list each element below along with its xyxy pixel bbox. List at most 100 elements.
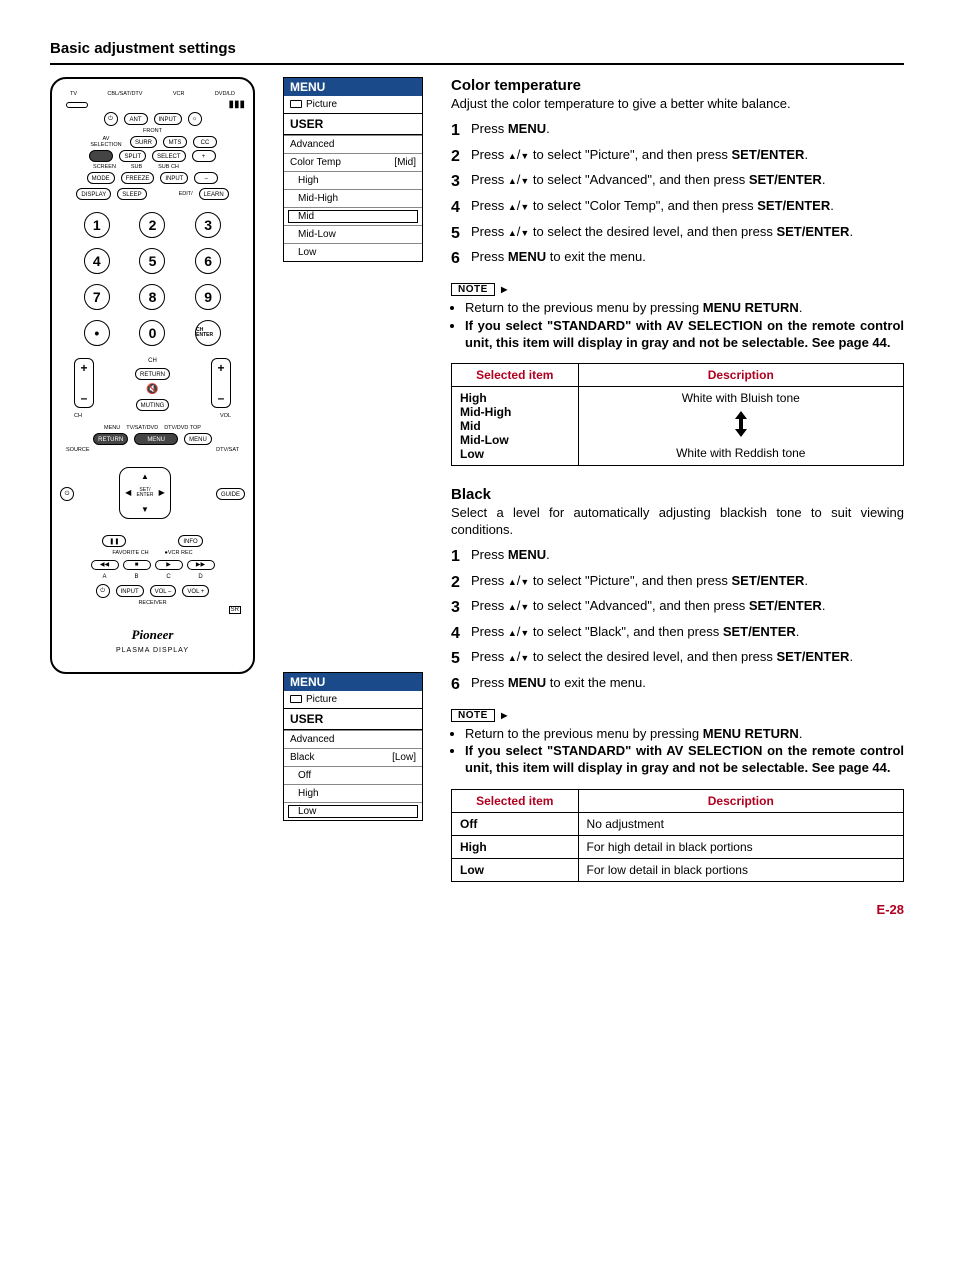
lbl-dtvsat: DTV/SAT xyxy=(216,447,239,453)
info-button[interactable]: INFO xyxy=(178,535,202,547)
notes-black: Return to the previous menu by pressing … xyxy=(451,726,904,778)
num-2[interactable]: 2 xyxy=(139,212,165,238)
split-button[interactable]: SPLIT xyxy=(119,150,146,162)
menu-value-2: [Low] xyxy=(392,752,416,763)
menu-advanced-2: Advanced xyxy=(284,730,422,748)
mute-icon: 🔇 xyxy=(146,384,158,395)
play-button[interactable]: ▶ xyxy=(155,560,183,570)
menu-button[interactable]: MENU xyxy=(134,433,178,445)
opt-high-2: High xyxy=(284,784,422,802)
stop-button[interactable]: ■ xyxy=(123,560,151,570)
num-7[interactable]: 7 xyxy=(84,284,110,310)
intro-color-temp: Adjust the color temperature to give a b… xyxy=(451,96,904,112)
rcv-volplus-button[interactable]: VOL + xyxy=(182,585,209,597)
note-label-2: NOTE xyxy=(451,709,495,722)
table-color-temp: Selected item Description High Mid-High … xyxy=(451,363,904,466)
display-button[interactable]: DISPLAY xyxy=(76,188,111,200)
th-desc: Description xyxy=(578,364,903,387)
sel-low-b: Low xyxy=(452,859,579,882)
select-button[interactable]: SELECT xyxy=(152,150,185,162)
heading-black: Black xyxy=(451,486,904,503)
brand-logo: Pioneer xyxy=(60,627,245,643)
opt-off: Off xyxy=(284,766,422,784)
menu-user: USER xyxy=(284,113,422,135)
num-8[interactable]: 8 xyxy=(139,284,165,310)
minus-button[interactable]: – xyxy=(194,172,218,184)
set-enter-button[interactable]: SET/ ENTER xyxy=(137,485,154,502)
tv-icon xyxy=(290,100,302,108)
ff-button[interactable]: ▶▶ xyxy=(187,560,215,570)
tv-icon xyxy=(290,695,302,703)
menu-header-2: MENU xyxy=(284,673,422,691)
freeze-button[interactable]: FREEZE xyxy=(121,172,155,184)
osd-menu-color-temp: MENU Picture USER Advanced Color Temp[Mi… xyxy=(283,77,423,262)
notes-color-temp: Return to the previous menu by pressing … xyxy=(451,300,904,352)
input-button[interactable]: INPUT xyxy=(154,113,182,125)
ch-rocker[interactable]: +– xyxy=(74,358,94,408)
learn-button[interactable]: LEARN xyxy=(199,188,229,200)
sleep-button[interactable]: SLEEP xyxy=(117,188,146,200)
menu-return-button[interactable]: RETURN xyxy=(93,433,128,445)
input2-button[interactable]: INPUT xyxy=(160,172,188,184)
guide-button[interactable]: GUIDE xyxy=(216,488,245,500)
lbl-favorite: FAVORITE CH xyxy=(112,550,148,556)
page-title: Basic adjustment settings xyxy=(50,40,904,57)
cc-button[interactable]: CC xyxy=(193,136,217,148)
num-dot[interactable]: • xyxy=(84,320,110,346)
power-button[interactable]: ⏻ xyxy=(104,112,118,126)
menu-button-2[interactable]: MENU xyxy=(184,433,212,445)
desc-off: No adjustment xyxy=(578,813,903,836)
num-4[interactable]: 4 xyxy=(84,248,110,274)
lbl-front: FRONT xyxy=(60,128,245,134)
pause-button[interactable]: ❚❚ xyxy=(102,535,126,547)
avsel-button[interactable] xyxy=(89,150,113,162)
source-power[interactable]: ⏻ xyxy=(60,487,74,501)
lbl-tv: TV xyxy=(70,91,77,97)
ant-button[interactable]: ANT xyxy=(124,113,148,125)
rewind-button[interactable]: ◀◀ xyxy=(91,560,119,570)
ch-enter-button[interactable]: CH ENTER xyxy=(195,320,221,346)
opt-midhigh: Mid-High xyxy=(284,189,422,207)
muting-button[interactable]: MUTING xyxy=(136,399,170,411)
mode-button[interactable]: MODE xyxy=(87,172,115,184)
dpad[interactable]: ▲ ◀SET/ ENTER▶ ▼ xyxy=(119,467,171,519)
lbl-ch2: CH xyxy=(74,413,82,419)
steps-color-temp: 1Press MENU.2Press / to select "Picture"… xyxy=(451,120,904,270)
rcv-input-button[interactable]: INPUT xyxy=(116,585,144,597)
mts-button[interactable]: MTS xyxy=(163,136,187,148)
number-pad: 1 2 3 4 5 6 7 8 9 • 0 CH ENTER xyxy=(60,206,245,352)
num-9[interactable]: 9 xyxy=(195,284,221,310)
desc-bluish: White with Bluish tone xyxy=(587,391,895,405)
num-6[interactable]: 6 xyxy=(195,248,221,274)
rcv-power-button[interactable]: ⏻ xyxy=(96,584,110,598)
sel-midlow: Mid-Low xyxy=(460,433,570,447)
vol-rocker[interactable]: +– xyxy=(211,358,231,408)
sel-high: High xyxy=(460,391,570,405)
brand-subtitle: PLASMA DISPLAY xyxy=(60,647,245,654)
opt-high: High xyxy=(284,171,422,189)
desc-reddish: White with Reddish tone xyxy=(587,446,895,460)
opt-low-2: Low xyxy=(298,806,316,817)
sel-off: Off xyxy=(452,813,579,836)
light-button[interactable]: ☼ xyxy=(188,112,202,126)
lbl-menu: MENU xyxy=(104,425,120,431)
num-1[interactable]: 1 xyxy=(84,212,110,238)
surr-button[interactable]: SURR xyxy=(130,136,157,148)
lbl-tvsatdvd: TV/SAT/DVD xyxy=(126,425,158,431)
num-5[interactable]: 5 xyxy=(139,248,165,274)
menu-item-colortemp: Color Temp xyxy=(290,157,341,168)
updown-arrow-icon xyxy=(736,413,746,435)
menu-value: [Mid] xyxy=(394,157,416,168)
lbl-source: SOURCE xyxy=(66,447,90,453)
plus-button[interactable]: + xyxy=(192,150,216,162)
ir-icon: ▮▮▮ xyxy=(228,99,245,110)
menu-picture: Picture xyxy=(306,99,337,110)
th-desc-2: Description xyxy=(578,790,903,813)
lbl-b: B xyxy=(123,574,151,580)
lbl-sr: SR xyxy=(229,606,241,614)
rcv-volminus-button[interactable]: VOL – xyxy=(150,585,177,597)
lbl-vol: VOL xyxy=(220,413,231,419)
num-0[interactable]: 0 xyxy=(139,320,165,346)
num-3[interactable]: 3 xyxy=(195,212,221,238)
return-button[interactable]: RETURN xyxy=(135,368,170,380)
